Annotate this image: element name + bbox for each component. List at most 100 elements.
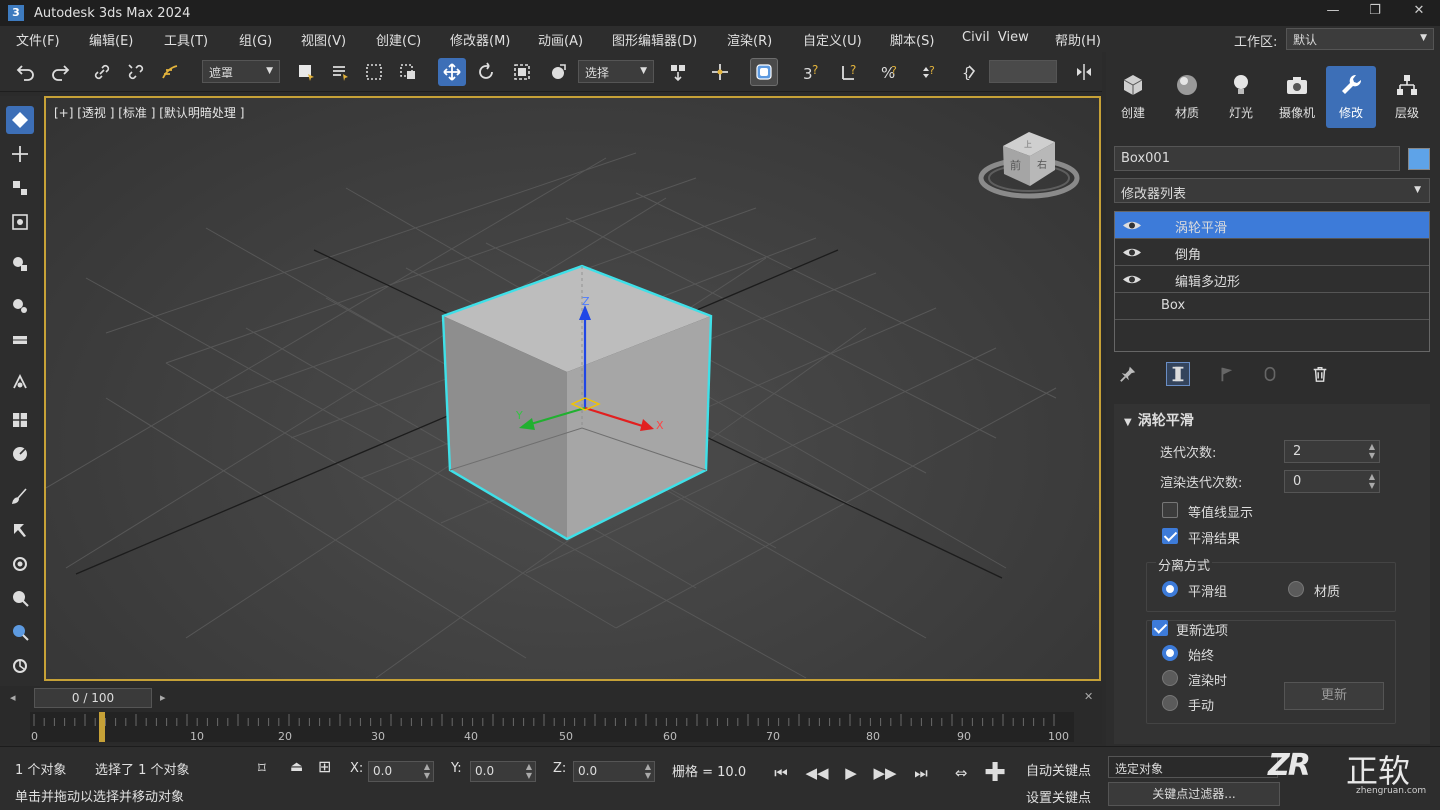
time-slider[interactable]: 0 / 100 (34, 688, 152, 708)
tab-modify[interactable]: 修改 (1326, 66, 1376, 128)
select-object-button[interactable] (292, 58, 320, 86)
eye-icon[interactable] (1121, 271, 1143, 288)
next-frame-arrow-icon[interactable]: ▸ (160, 691, 166, 704)
percent-snap-button[interactable]: %? (876, 58, 904, 86)
x-coordinate-field[interactable]: 0.0 ▲ ▼ (368, 761, 434, 782)
go-to-start-button[interactable]: ⏮ (768, 761, 794, 785)
render-iters-spinner[interactable]: 0 ▲ ▼ (1284, 470, 1380, 493)
isoline-display-checkbox[interactable] (1162, 502, 1178, 518)
object-paint-tool[interactable] (6, 250, 34, 278)
bind-space-warp-button[interactable] (156, 58, 184, 86)
menu-tools[interactable]: 工具(T) (164, 30, 208, 49)
z-coordinate-field[interactable]: 0.0 ▲ ▼ (573, 761, 655, 782)
close-button[interactable]: ✕ (1404, 3, 1434, 18)
menu-scripting[interactable]: 脚本(S) (890, 30, 934, 49)
menu-group[interactable]: 组(G) (239, 30, 272, 49)
when-rendering-radio[interactable] (1162, 670, 1178, 686)
manually-radio[interactable] (1162, 695, 1178, 711)
set-key-button[interactable]: 设置关键点 (1026, 787, 1091, 806)
orbit-tool[interactable] (6, 550, 34, 578)
always-radio[interactable] (1162, 645, 1178, 661)
update-button[interactable]: 更新 (1284, 682, 1384, 710)
tab-hierarchy[interactable]: 层级 (1382, 66, 1432, 128)
select-move-button[interactable] (438, 58, 466, 86)
named-selection-button[interactable]: { (956, 58, 984, 86)
snap-toggle-button[interactable]: 3? (798, 58, 826, 86)
object-color-swatch[interactable] (1408, 148, 1430, 170)
eye-icon[interactable] (1121, 217, 1143, 234)
remove-modifier-button-disabled[interactable] (1258, 362, 1282, 386)
window-crossing-button[interactable] (394, 58, 422, 86)
paint-brush-tool[interactable] (6, 482, 34, 510)
field-of-view-tool[interactable] (6, 652, 34, 680)
play-button[interactable]: ▶ (838, 761, 864, 785)
menu-edit[interactable]: 编辑(E) (89, 30, 133, 49)
primitive-sphere-tool[interactable] (6, 292, 34, 320)
stack-item-turbosmooth[interactable]: 涡轮平滑 (1115, 212, 1429, 239)
zoom-region-tool[interactable] (6, 618, 34, 646)
manipulate-button[interactable] (706, 58, 734, 86)
primitive-box-tool[interactable] (6, 326, 34, 354)
placement-button[interactable] (544, 58, 572, 86)
make-unique-button[interactable] (1214, 362, 1238, 386)
smooth-result-checkbox[interactable] (1162, 528, 1178, 544)
pin-stack-button[interactable] (1116, 362, 1140, 386)
maximize-button[interactable]: ❐ (1360, 3, 1390, 18)
compound-tool[interactable] (6, 406, 34, 434)
tab-material[interactable]: 材质 (1162, 66, 1212, 128)
select-tool[interactable] (6, 106, 34, 134)
go-to-end-button[interactable]: ⏭ (908, 761, 934, 785)
menu-customize[interactable]: 自定义(U) (803, 30, 862, 49)
pointer-tool[interactable] (6, 516, 34, 544)
app-icon[interactable]: 3 (8, 5, 24, 21)
undo-button[interactable] (12, 58, 40, 86)
perspective-viewport[interactable]: Z X Y 前 右 上 [+] [透视 ] [标准 ] [默认明暗处理 ] (44, 96, 1101, 681)
delete-modifier-button[interactable] (1308, 362, 1332, 386)
unlink-button[interactable] (122, 58, 150, 86)
zoom-tool[interactable] (6, 584, 34, 612)
select-rotate-button[interactable] (472, 58, 500, 86)
key-mode-toggle[interactable]: ⇔ (948, 761, 974, 785)
shape-tool[interactable] (6, 368, 34, 396)
key-filters-button[interactable]: 关键点过滤器... (1108, 782, 1280, 806)
named-selection-sets-field[interactable] (989, 60, 1057, 83)
time-cursor[interactable] (99, 712, 105, 742)
next-frame-button[interactable]: ▶▶ (872, 761, 898, 785)
zoom-extents-tool[interactable] (6, 208, 34, 236)
menu-file[interactable]: 文件(F) (16, 30, 60, 49)
ref-coord-dropdown[interactable]: 选择 ▼ (578, 60, 654, 83)
menu-rendering[interactable]: 渲染(R) (727, 30, 772, 49)
link-button[interactable] (88, 58, 116, 86)
scale-tool[interactable] (6, 174, 34, 202)
stack-item-edit-poly[interactable]: 编辑多边形 (1115, 266, 1429, 293)
keyboard-shortcut-toggle[interactable] (750, 58, 778, 86)
tab-camera[interactable]: 摄像机 (1272, 66, 1322, 128)
show-end-result-button[interactable] (1166, 362, 1190, 386)
isolate-selection-icon[interactable]: ⌑ (258, 759, 266, 777)
spinner-arrows-icon[interactable]: ▲ ▼ (645, 762, 651, 780)
selection-filter-dropdown[interactable]: 遮罩 ▼ (202, 60, 280, 83)
select-by-name-button[interactable] (326, 58, 354, 86)
box001-mesh[interactable] (441, 264, 713, 541)
spinner-arrows-icon[interactable]: ▲ ▼ (1369, 442, 1375, 460)
spinner-arrows-icon[interactable]: ▲ ▼ (1369, 472, 1375, 490)
spinner-arrows-icon[interactable]: ▲ ▼ (424, 762, 430, 780)
previous-frame-button[interactable]: ◀︎◀︎ (804, 761, 830, 785)
pivot-center-button[interactable] (664, 58, 692, 86)
angle-snap-button[interactable]: ? (836, 58, 864, 86)
set-keys-button[interactable]: ✚ (982, 758, 1008, 788)
tab-light[interactable]: 灯光 (1216, 66, 1266, 128)
minimize-button[interactable]: — (1318, 3, 1348, 18)
redo-button[interactable] (46, 58, 74, 86)
close-icon[interactable]: ✕ (1084, 690, 1093, 703)
rect-selection-button[interactable] (360, 58, 388, 86)
iterations-spinner[interactable]: 2 ▲ ▼ (1284, 440, 1380, 463)
viewcube[interactable]: 前 右 上 (978, 132, 1080, 199)
stack-item-chamfer[interactable]: 倒角 (1115, 239, 1429, 266)
move-tool[interactable] (6, 140, 34, 168)
workspace-select[interactable]: 默认 ▼ (1286, 28, 1434, 50)
y-coordinate-field[interactable]: 0.0 ▲ ▼ (470, 761, 536, 782)
menu-create[interactable]: 创建(C) (376, 30, 421, 49)
menu-view[interactable]: 视图(V) (301, 30, 346, 49)
selected-object-dropdown[interactable]: 选定对象 (1108, 756, 1278, 778)
